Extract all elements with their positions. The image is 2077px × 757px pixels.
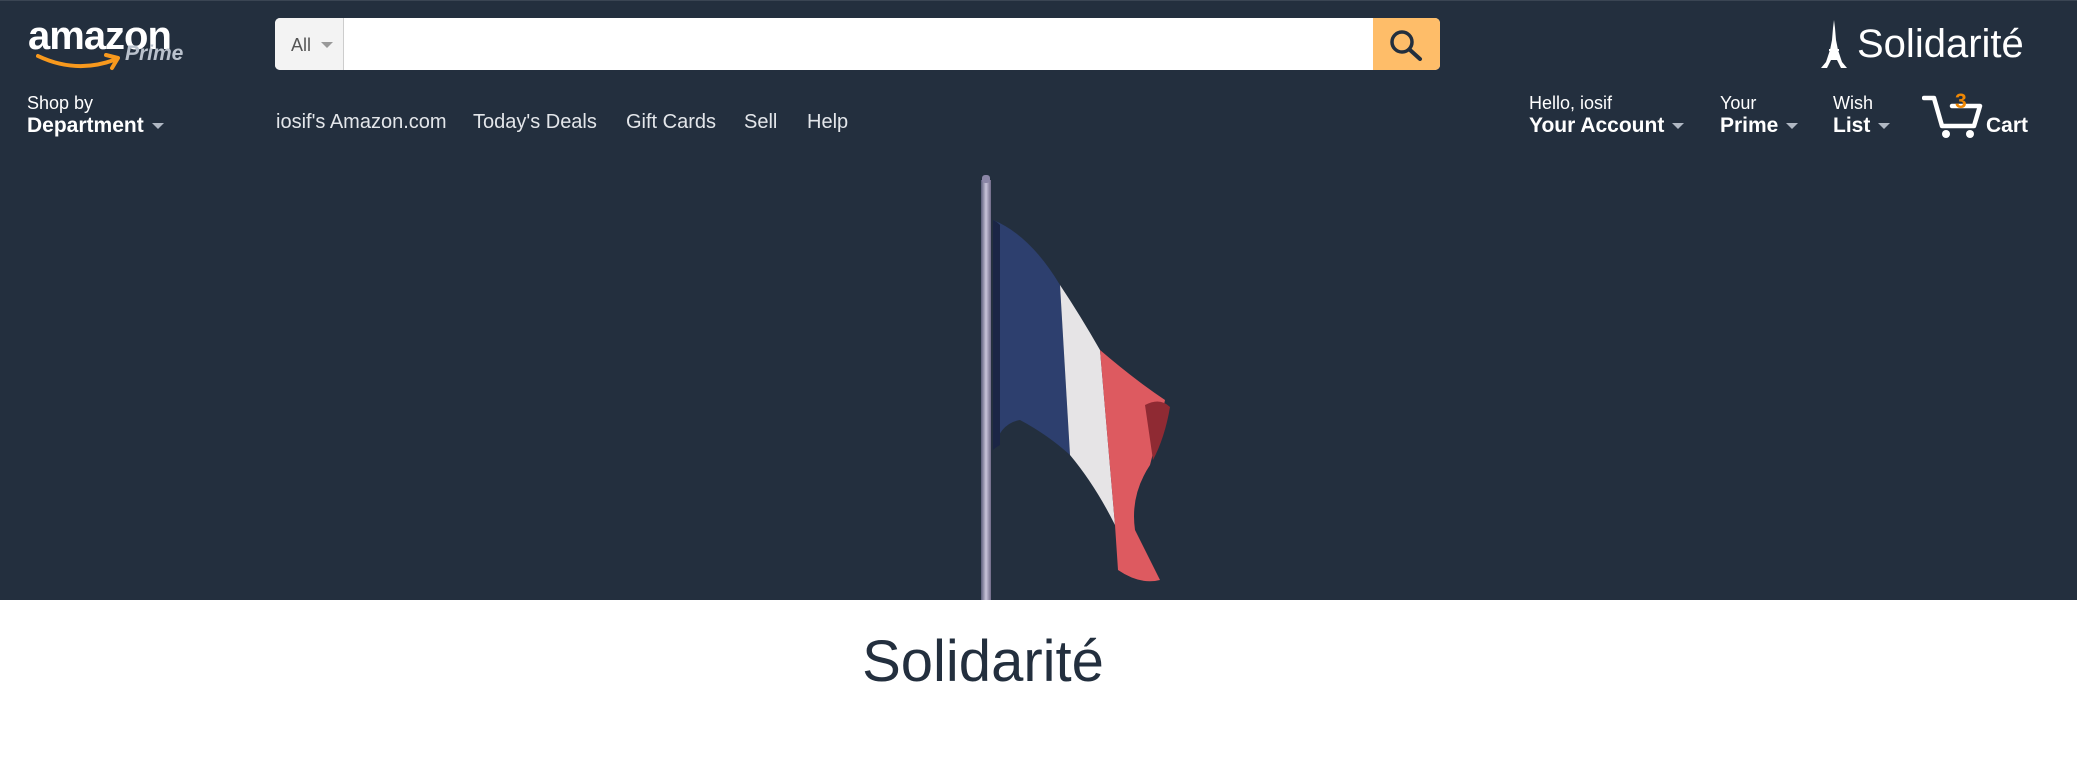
page-headline: Solidarité [862, 629, 1104, 694]
shop-by-department[interactable]: Shop by Department [27, 93, 164, 139]
chevron-down-icon [321, 42, 333, 48]
search-category-dropdown[interactable]: All [275, 18, 344, 70]
department-small-label: Shop by [27, 93, 94, 113]
logo-prime-text: Prime [125, 42, 184, 65]
amazon-prime-logo[interactable]: amazon Prime [28, 14, 198, 72]
chevron-down-icon [151, 123, 164, 130]
smile-arrow-icon [36, 53, 120, 70]
cart-label: Cart [1986, 114, 2029, 137]
cart-icon [1922, 95, 1983, 138]
cart-button[interactable]: 3 Cart [1922, 90, 2032, 140]
cart-count: 3 [1955, 90, 1967, 113]
search-input[interactable] [345, 18, 1365, 70]
prime-menu[interactable]: Your Prime [1720, 93, 1799, 139]
account-menu[interactable]: Hello, iosif Your Account [1529, 93, 1685, 139]
search-icon [1390, 30, 1422, 61]
french-flag-image [981, 175, 1170, 600]
search-category-label: All [291, 35, 312, 55]
prime-label: Prime [1720, 114, 1779, 137]
chevron-down-icon [1672, 123, 1685, 130]
nav-link-todays-deals[interactable]: Today's Deals [473, 111, 597, 134]
search-bar: All [275, 18, 1440, 70]
wish-list-menu[interactable]: Wish List [1833, 93, 1891, 139]
prime-small-label: Your [1720, 93, 1757, 113]
search-button[interactable] [1373, 18, 1440, 70]
nav-link-help[interactable]: Help [807, 111, 848, 134]
brand-text: Solidarité [1857, 22, 2024, 66]
nav-link-gift-cards[interactable]: Gift Cards [626, 111, 716, 134]
account-label: Your Account [1529, 114, 1665, 137]
department-big-label: Department [27, 114, 144, 137]
account-greeting: Hello, iosif [1529, 93, 1613, 113]
top-border [0, 0, 2077, 1]
wish-list-label: List [1833, 114, 1871, 137]
chevron-down-icon [1786, 123, 1799, 130]
hero-flag-image [960, 175, 1240, 600]
wish-list-small-label: Wish [1833, 93, 1873, 113]
header-nav: amazon Prime All Solidarité Shop by Depa… [0, 0, 2077, 600]
chevron-down-icon [1878, 123, 1891, 130]
nav-link-your-amazon[interactable]: iosif's Amazon.com [276, 111, 447, 134]
eiffel-tower-icon [1821, 20, 1847, 68]
nav-link-sell[interactable]: Sell [744, 111, 777, 134]
